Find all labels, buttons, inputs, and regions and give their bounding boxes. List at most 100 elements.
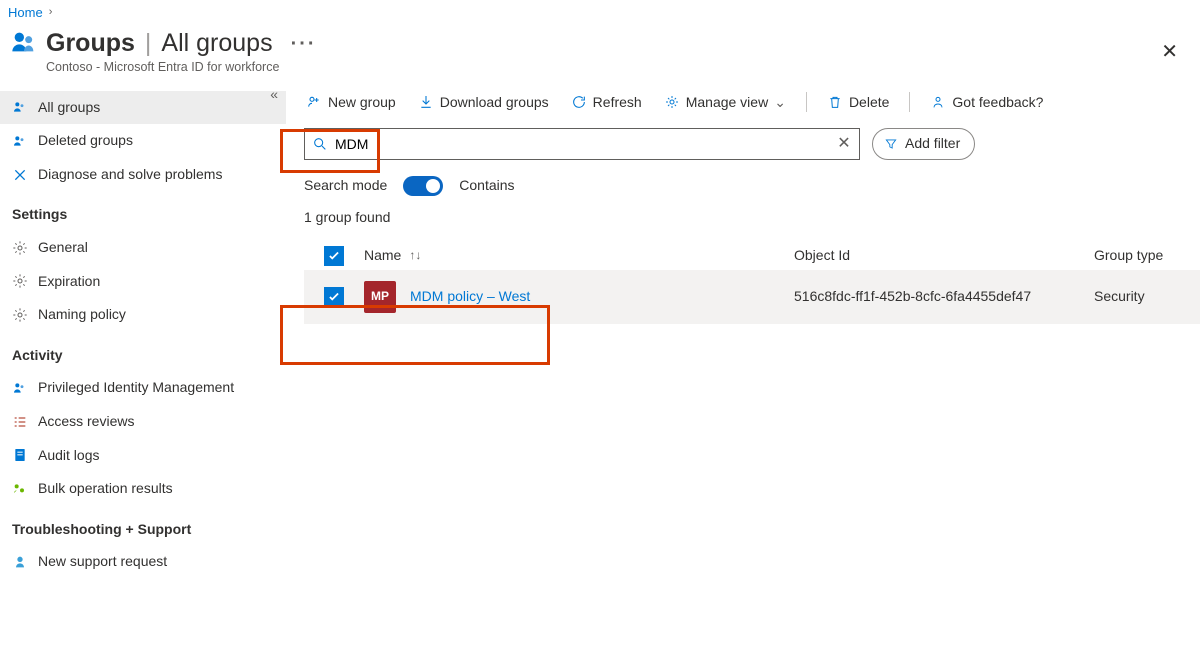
feedback-button[interactable]: Got feedback?	[928, 91, 1045, 115]
sidebar-item-label: Diagnose and solve problems	[38, 165, 222, 185]
group-link[interactable]: MDM policy – West	[410, 287, 530, 307]
title-separator: |	[145, 26, 152, 61]
sidebar-item-label: Privileged Identity Management	[38, 378, 234, 398]
page-title: Groups | All groups ···	[46, 26, 1155, 61]
sidebar-item-label: All groups	[38, 98, 100, 118]
search-mode-toggle[interactable]	[403, 176, 443, 196]
support-icon	[12, 554, 28, 570]
group-avatar: MP	[364, 281, 396, 313]
sidebar-item-naming-policy[interactable]: Naming policy	[0, 298, 286, 332]
title-main: Groups	[46, 26, 135, 61]
search-mode-value: Contains	[459, 176, 514, 196]
search-mode-label: Search mode	[304, 176, 387, 196]
toolbar-label: Got feedback?	[952, 93, 1043, 113]
add-filter-label: Add filter	[905, 134, 960, 154]
gear-icon	[12, 240, 28, 256]
page-header: Groups | All groups ··· Contoso - Micros…	[0, 24, 1200, 81]
delete-button[interactable]: Delete	[825, 91, 891, 115]
sort-icon: ↑↓	[409, 247, 421, 264]
toolbar-label: Manage view	[686, 93, 769, 113]
manage-view-button[interactable]: Manage view ⌄	[662, 91, 788, 115]
sidebar: « All groups Deleted groups Diagnose and…	[0, 81, 286, 579]
add-group-icon	[306, 94, 322, 110]
diagnose-icon	[12, 167, 28, 183]
sidebar-item-audit-logs[interactable]: Audit logs	[0, 439, 286, 473]
groups-icon	[12, 380, 28, 396]
sidebar-item-label: New support request	[38, 552, 167, 572]
sidebar-section-support: Troubleshooting + Support	[0, 506, 286, 546]
close-icon[interactable]: ✕	[1155, 34, 1184, 70]
clear-search-icon[interactable]: ✕	[829, 133, 859, 155]
feedback-icon	[930, 94, 946, 110]
sidebar-item-general[interactable]: General	[0, 231, 286, 265]
main-content: New group Download groups Refresh Manage…	[286, 81, 1200, 579]
sidebar-item-label: Bulk operation results	[38, 479, 173, 499]
sidebar-item-label: Expiration	[38, 272, 100, 292]
col-object-id[interactable]: Object Id	[794, 246, 1094, 266]
sidebar-item-deleted-groups[interactable]: Deleted groups	[0, 124, 286, 158]
add-filter-button[interactable]: Add filter	[872, 128, 975, 160]
sidebar-item-label: General	[38, 238, 88, 258]
sidebar-item-expiration[interactable]: Expiration	[0, 265, 286, 299]
gear-icon	[12, 273, 28, 289]
sidebar-item-label: Naming policy	[38, 305, 126, 325]
download-groups-button[interactable]: Download groups	[416, 91, 551, 115]
sidebar-item-bulk-results[interactable]: Bulk operation results	[0, 472, 286, 506]
results-count: 1 group found	[304, 202, 1200, 242]
gear-icon	[664, 94, 680, 110]
page-subtitle: Contoso - Microsoft Entra ID for workfor…	[46, 59, 1155, 77]
sidebar-item-pim[interactable]: Privileged Identity Management	[0, 371, 286, 405]
breadcrumb: Home ›	[0, 0, 1200, 24]
log-icon	[12, 447, 28, 463]
title-suffix: All groups	[161, 26, 272, 61]
sidebar-item-access-reviews[interactable]: Access reviews	[0, 405, 286, 439]
refresh-button[interactable]: Refresh	[569, 91, 644, 115]
filter-icon	[883, 136, 899, 152]
filter-row: ✕ Add filter	[304, 124, 1200, 168]
collapse-sidebar-icon[interactable]: «	[270, 85, 278, 105]
col-label: Name	[364, 246, 401, 266]
chevron-right-icon: ›	[49, 5, 53, 20]
search-icon	[305, 136, 335, 152]
sidebar-item-label: Audit logs	[38, 446, 99, 466]
trash-icon	[827, 94, 843, 110]
list-check-icon	[12, 414, 28, 430]
cell-object-id: 516c8fdc-ff1f-452b-8cfc-6fa4455def47	[794, 287, 1094, 307]
cell-group-type: Security	[1094, 287, 1200, 307]
download-icon	[418, 94, 434, 110]
search-mode-row: Search mode Contains	[304, 168, 1200, 202]
sidebar-item-diagnose[interactable]: Diagnose and solve problems	[0, 158, 286, 192]
new-group-button[interactable]: New group	[304, 91, 398, 115]
sidebar-item-new-support[interactable]: New support request	[0, 545, 286, 579]
cell-name: MP MDM policy – West	[364, 281, 794, 313]
toolbar-label: Download groups	[440, 93, 549, 113]
toolbar-separator	[806, 92, 807, 112]
bulk-icon	[12, 481, 28, 497]
select-all-checkbox[interactable]	[324, 246, 344, 266]
toolbar-label: Refresh	[593, 93, 642, 113]
search-input[interactable]	[335, 136, 829, 152]
toolbar: New group Download groups Refresh Manage…	[304, 87, 1200, 125]
col-name[interactable]: Name ↑↓	[364, 246, 794, 266]
sidebar-item-label: Access reviews	[38, 412, 134, 432]
table-header: Name ↑↓ Object Id Group type	[304, 242, 1200, 270]
groups-icon	[12, 133, 28, 149]
row-checkbox[interactable]	[324, 287, 344, 307]
col-group-type[interactable]: Group type	[1094, 246, 1200, 266]
sidebar-section-settings: Settings	[0, 191, 286, 231]
sidebar-item-all-groups[interactable]: All groups	[0, 91, 286, 125]
table-row[interactable]: MP MDM policy – West 516c8fdc-ff1f-452b-…	[304, 270, 1200, 324]
gear-icon	[12, 307, 28, 323]
sidebar-section-activity: Activity	[0, 332, 286, 372]
more-actions-icon[interactable]: ···	[291, 30, 317, 58]
toolbar-label: Delete	[849, 93, 889, 113]
toolbar-label: New group	[328, 93, 396, 113]
groups-icon	[8, 26, 40, 58]
sidebar-item-label: Deleted groups	[38, 131, 133, 151]
breadcrumb-home[interactable]: Home	[8, 4, 43, 22]
search-box[interactable]: ✕	[304, 128, 860, 160]
groups-icon	[12, 99, 28, 115]
groups-table: Name ↑↓ Object Id Group type MP MDM poli…	[304, 242, 1200, 324]
chevron-down-icon: ⌄	[774, 93, 786, 113]
toolbar-separator	[909, 92, 910, 112]
